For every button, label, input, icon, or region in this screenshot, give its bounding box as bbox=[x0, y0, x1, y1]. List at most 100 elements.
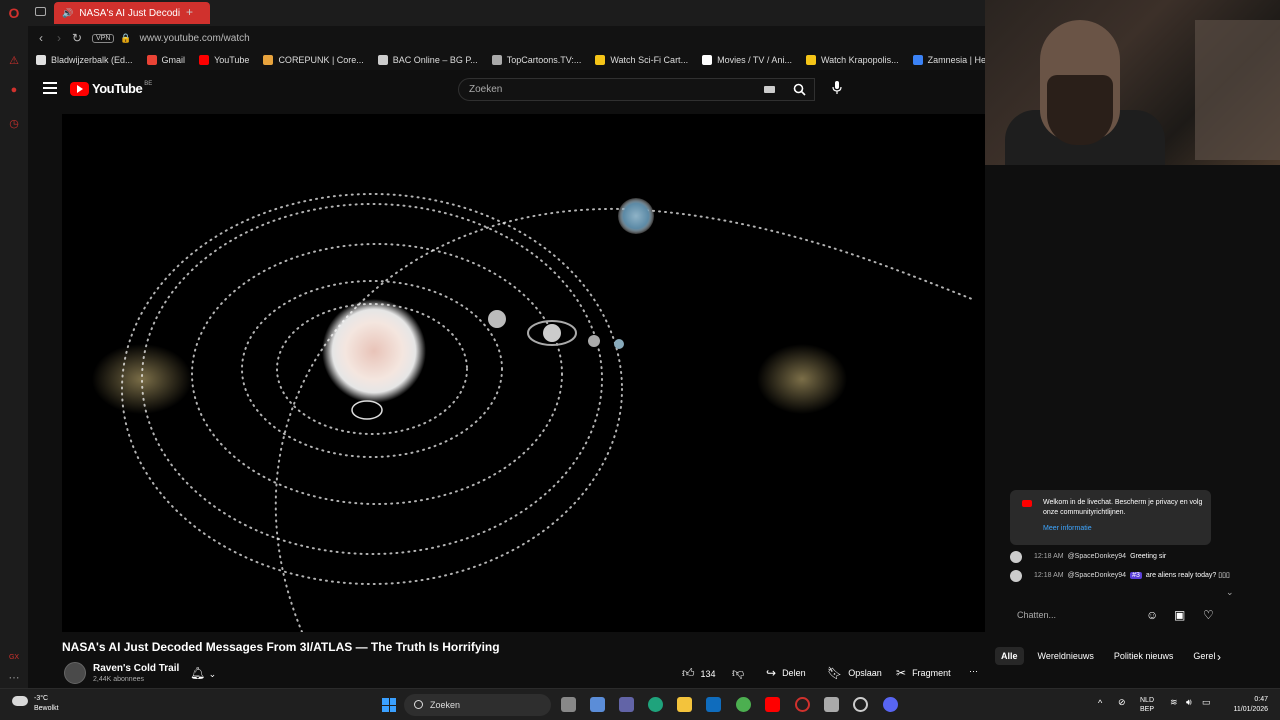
youtube-app-icon[interactable] bbox=[765, 697, 780, 712]
super-chat-icon[interactable]: ▣ bbox=[1174, 608, 1185, 622]
bookmark-item[interactable]: Movies / TV / Ani... bbox=[702, 55, 792, 65]
thumbs-up-icon: 👍︎ bbox=[682, 666, 695, 680]
discord-icon[interactable] bbox=[883, 697, 898, 712]
search-icon bbox=[793, 83, 806, 96]
chat-avatar[interactable] bbox=[1010, 570, 1022, 582]
chip-world-news[interactable]: Wereldnieuws bbox=[1032, 647, 1100, 665]
language-indicator[interactable]: NLD BEP bbox=[1140, 696, 1154, 714]
bookmark-item[interactable]: Watch Sci-Fi Cart... bbox=[595, 55, 688, 65]
nebula-right bbox=[757, 344, 847, 414]
save-button[interactable]: 🔖︎ Opslaan bbox=[827, 666, 882, 680]
webcam-person-beard bbox=[1047, 75, 1113, 145]
gx-icon[interactable]: GX bbox=[6, 650, 22, 666]
bookmark-item[interactable]: YouTube bbox=[199, 55, 249, 65]
speaker-icon[interactable]: 🔊 bbox=[62, 8, 73, 19]
file-explorer-icon[interactable] bbox=[677, 697, 692, 712]
sidebar-more-icon[interactable]: ⋯ bbox=[6, 670, 22, 686]
tab-bar: 🔊 NASA's AI Just Decodi + bbox=[28, 0, 985, 26]
bookmark-item[interactable]: BAC Online – BG P... bbox=[377, 55, 478, 65]
tab-menu-icon[interactable] bbox=[35, 7, 46, 16]
forward-icon[interactable]: › bbox=[50, 31, 68, 45]
tray-overflow-icon[interactable]: ^ bbox=[1098, 699, 1102, 708]
cloud-icon bbox=[12, 696, 28, 706]
reload-icon[interactable]: ↻ bbox=[68, 31, 86, 45]
keyboard-icon[interactable] bbox=[764, 86, 775, 93]
taskbar-search[interactable]: Zoeken bbox=[404, 694, 551, 716]
clock-date: 11/01/2026 bbox=[1233, 706, 1268, 713]
network-off-icon[interactable]: ⊘ bbox=[1118, 698, 1126, 707]
chat-time: 12:18 AM bbox=[1034, 572, 1064, 579]
battery-icon[interactable]: ▭ bbox=[1202, 698, 1211, 707]
like-count: 134 bbox=[700, 668, 716, 679]
bookmark-label: Bladwijzerbalk (Ed... bbox=[51, 55, 133, 65]
new-tab-button[interactable]: + bbox=[186, 5, 193, 19]
aria-icon[interactable]: ⚠ bbox=[6, 53, 22, 69]
search-input[interactable]: Zoeken bbox=[458, 78, 815, 101]
clock[interactable]: 0:47 11/01/2026 bbox=[1222, 695, 1268, 715]
clip-button[interactable]: ✂ Fragment bbox=[896, 666, 951, 680]
microphone-icon[interactable] bbox=[828, 81, 846, 99]
chat-message: 12:18 AM @SpaceDonkey94 Greeting sir bbox=[1010, 551, 1240, 563]
hamburger-menu-icon[interactable] bbox=[43, 82, 57, 94]
language-code: NLD bbox=[1140, 697, 1155, 704]
chips-next-icon[interactable]: › bbox=[1217, 650, 1221, 664]
scroll-down-icon[interactable]: ⌄ bbox=[1226, 587, 1234, 598]
chrome-icon[interactable] bbox=[736, 697, 751, 712]
teams-icon[interactable] bbox=[619, 697, 634, 712]
bookmark-label: BAC Online – BG P... bbox=[392, 55, 478, 65]
chat-welcome-message: Welkom in de livechat. Bescherm je priva… bbox=[1010, 490, 1211, 545]
volume-icon[interactable]: 🔊︎ bbox=[1186, 698, 1192, 707]
bookmark-item[interactable]: COREPUNK | Core... bbox=[263, 55, 364, 65]
heart-icon[interactable]: ♡ bbox=[1203, 608, 1214, 622]
chat-avatar[interactable] bbox=[1010, 551, 1022, 563]
settings-icon[interactable] bbox=[853, 697, 868, 712]
youtube-sidebar-icon[interactable]: ● bbox=[6, 82, 22, 98]
weather-widget[interactable]: -3°C Bewolkt bbox=[12, 694, 59, 714]
bookmark-item[interactable]: Bladwijzerbalk (Ed... bbox=[36, 55, 133, 65]
like-button[interactable]: 👍︎ 134 bbox=[682, 666, 716, 681]
back-icon[interactable]: ‹ bbox=[32, 31, 50, 45]
channel-name[interactable]: Raven's Cold Trail bbox=[93, 663, 179, 674]
bookmark-item[interactable]: TopCartoons.TV:... bbox=[491, 55, 581, 65]
webcam-background-window bbox=[1195, 20, 1280, 160]
more-info-link[interactable]: Meer informatie bbox=[1043, 524, 1203, 534]
wifi-icon[interactable]: ≋ bbox=[1170, 698, 1178, 707]
task-view-icon[interactable] bbox=[561, 697, 576, 712]
clip-label: Fragment bbox=[912, 668, 951, 678]
search-button[interactable] bbox=[786, 78, 812, 101]
bookmark-item[interactable]: Gmail bbox=[146, 55, 185, 65]
bookmark-item[interactable]: Zamnesia | Het Be... bbox=[912, 55, 985, 65]
chip-all[interactable]: Alle bbox=[995, 647, 1024, 665]
notification-bell-icon[interactable]: 🔔︎ ⌄ bbox=[190, 666, 216, 680]
chevron-down-icon[interactable]: ⌄ bbox=[209, 669, 217, 679]
more-actions-label: ⋯ bbox=[969, 666, 978, 676]
emoji-icon[interactable]: ☺ bbox=[1146, 608, 1158, 622]
history-icon[interactable]: ◷ bbox=[6, 116, 22, 132]
solar-system-animation bbox=[92, 193, 973, 632]
channel-row: Raven's Cold Trail 2,44K abonnees 🔔︎ ⌄ 👍… bbox=[62, 660, 985, 688]
chat-user[interactable]: @SpaceDonkey94 bbox=[1068, 572, 1126, 579]
channel-avatar[interactable] bbox=[64, 662, 86, 684]
calculator-icon[interactable] bbox=[824, 697, 839, 712]
video-player[interactable] bbox=[62, 114, 985, 632]
outlook-icon[interactable] bbox=[706, 697, 721, 712]
chip-political-news[interactable]: Politiek nieuws bbox=[1108, 647, 1180, 665]
vpn-badge[interactable]: VPN bbox=[92, 33, 115, 43]
bookmark-icon bbox=[595, 55, 606, 65]
share-button[interactable]: ↪ Delen bbox=[766, 666, 806, 680]
chat-input[interactable]: Chatten... bbox=[1017, 610, 1056, 620]
share-icon: ↪ bbox=[766, 666, 777, 680]
bookmark-item[interactable]: Watch Krapopolis... bbox=[805, 55, 899, 65]
youtube-logo[interactable]: YouTube BE bbox=[70, 81, 152, 96]
more-actions-button[interactable]: ⋯ bbox=[969, 666, 978, 677]
chat-user[interactable]: @SpaceDonkey94 bbox=[1068, 553, 1126, 560]
share-label: Delen bbox=[782, 668, 806, 678]
opera-logo-icon[interactable]: O bbox=[6, 5, 22, 21]
url-field[interactable]: www.youtube.com/watch bbox=[140, 33, 250, 44]
opera-gx-icon[interactable] bbox=[795, 697, 810, 712]
start-button-icon[interactable] bbox=[382, 698, 396, 712]
dislike-button[interactable]: 👎︎ bbox=[732, 666, 750, 681]
store-icon[interactable] bbox=[590, 697, 605, 712]
lock-icon[interactable]: 🔒 bbox=[120, 33, 131, 44]
edge-icon[interactable] bbox=[648, 697, 663, 712]
